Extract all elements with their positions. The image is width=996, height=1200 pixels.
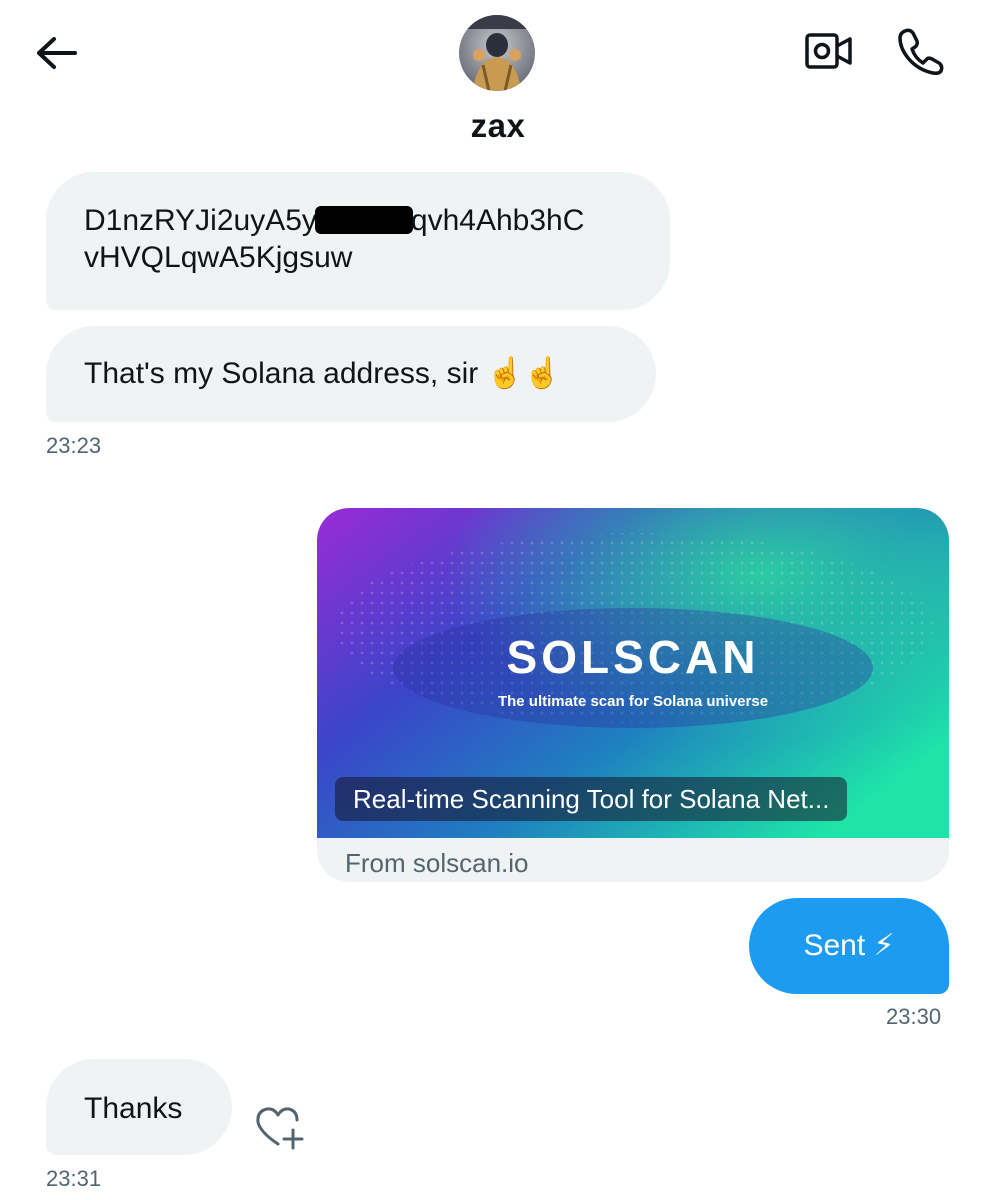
- redaction-mark: [314, 206, 413, 234]
- solscan-logo: SOLSCAN: [506, 631, 760, 683]
- received-message-thanks[interactable]: Thanks: [46, 1059, 232, 1155]
- arrow-left-icon: [37, 37, 77, 69]
- contact-name: zax: [470, 107, 526, 144]
- timestamp: 23:30: [886, 1004, 942, 1029]
- received-message-address[interactable]: D1nzRYJi2uyA5y qvh4Ahb3hC vHVQLqwA5Kjgsuw: [46, 172, 670, 310]
- link-preview-image: SOLSCAN The ultimate scan for Solana uni…: [317, 508, 949, 838]
- voice-call-button[interactable]: [890, 22, 952, 80]
- received-message-solana[interactable]: That's my Solana address, sir ☝️☝️: [46, 326, 656, 422]
- add-reaction-button[interactable]: [254, 1104, 306, 1152]
- link-source: From solscan.io: [345, 848, 529, 878]
- sent-message[interactable]: Sent ⚡: [749, 898, 949, 994]
- message-text: Thanks: [84, 1092, 183, 1125]
- link-title: Real-time Scanning Tool for Solana Net..…: [335, 777, 848, 821]
- timestamp: 23:23: [46, 433, 102, 458]
- message-text: That's my Solana address, sir ☝️☝️: [84, 357, 562, 390]
- avatar[interactable]: [459, 15, 535, 91]
- phone-icon: [898, 28, 944, 75]
- address-line-2: vHVQLqwA5Kjgsuw: [84, 241, 353, 274]
- message-text: Sent ⚡: [803, 929, 895, 962]
- link-preview-card[interactable]: SOLSCAN The ultimate scan for Solana uni…: [317, 508, 949, 882]
- timestamp: 23:31: [46, 1166, 102, 1191]
- heart-plus-icon: [256, 1107, 304, 1150]
- address-text-part1: D1nzRYJi2uyA5y: [84, 204, 317, 237]
- address-line-1: D1nzRYJi2uyA5y qvh4Ahb3hC: [84, 202, 632, 239]
- back-button[interactable]: [28, 28, 84, 78]
- link-tagline: The ultimate scan for Solana universe: [497, 693, 769, 710]
- address-text-part2: qvh4Ahb3hC: [410, 204, 585, 237]
- video-call-icon: [805, 33, 852, 69]
- video-call-button[interactable]: [800, 26, 858, 76]
